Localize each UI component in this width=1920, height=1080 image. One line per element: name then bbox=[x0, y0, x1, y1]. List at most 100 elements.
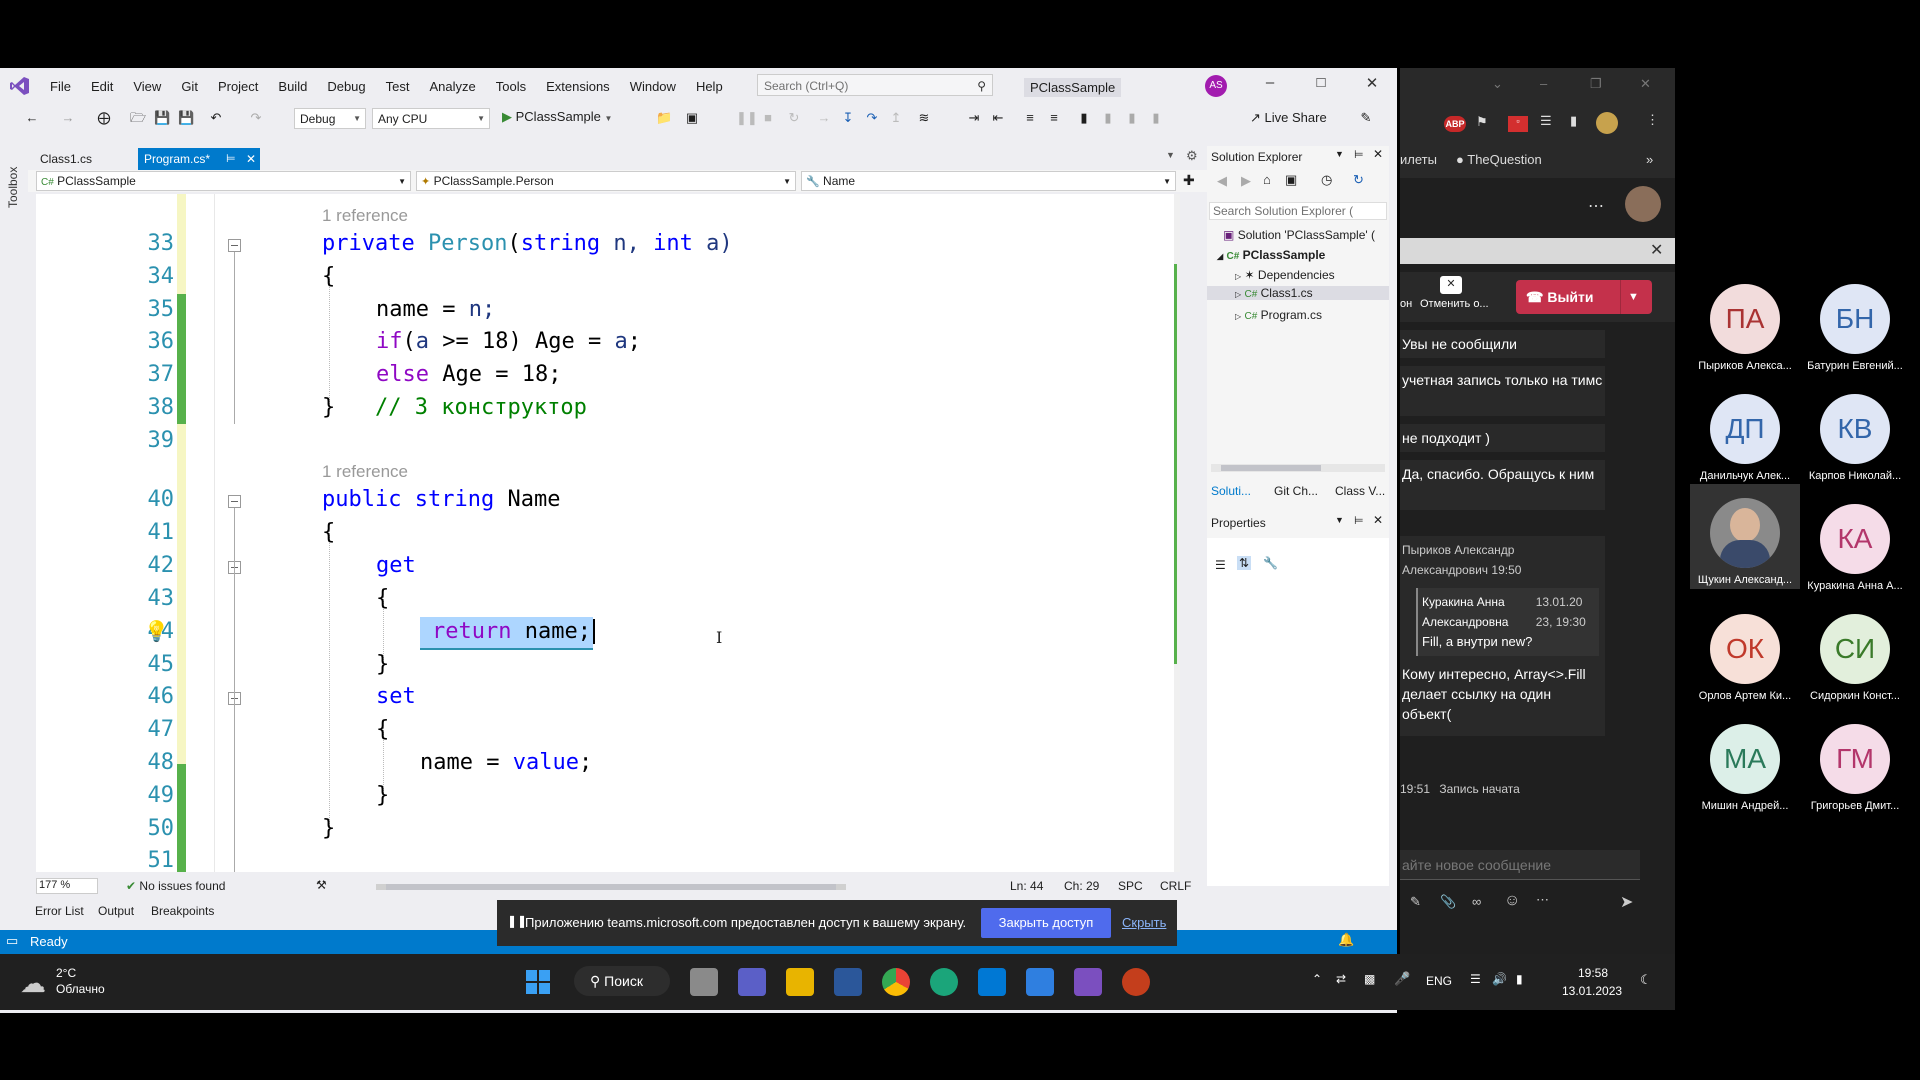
close-panel-icon[interactable]: ✕ bbox=[1373, 513, 1383, 527]
participant-tile[interactable]: МА Мишин Андрей... bbox=[1690, 724, 1800, 812]
step-out-icon[interactable]: ↥ bbox=[888, 110, 904, 126]
compose-input[interactable]: айте новое сообщение bbox=[1400, 850, 1640, 880]
taskbar-search[interactable]: ⚲ Поиск bbox=[574, 966, 670, 996]
home-icon[interactable]: ⌂ bbox=[1263, 172, 1271, 187]
toolbox-side-tab[interactable]: Toolbox bbox=[6, 148, 22, 208]
close-icon[interactable]: ✕ bbox=[1640, 76, 1651, 92]
participant-tile[interactable]: КА Куракина Анна А... bbox=[1800, 504, 1910, 592]
participant-tile-active[interactable]: Щукин Александ... bbox=[1690, 484, 1800, 589]
participant-tile[interactable]: КВ Карпов Николай... bbox=[1800, 394, 1910, 482]
cancel-icon[interactable]: ✕ bbox=[1440, 276, 1462, 294]
format-icon[interactable]: ✎ bbox=[1410, 894, 1421, 910]
back-icon[interactable]: ← bbox=[24, 110, 40, 126]
chevron-down-icon[interactable]: ⌄ bbox=[1492, 76, 1503, 92]
pin-icon[interactable]: ⊨ bbox=[1354, 148, 1364, 161]
project-nav-select[interactable]: C# PClassSample ▼ bbox=[36, 171, 411, 191]
wifi-icon[interactable]: ☰ bbox=[1470, 972, 1481, 986]
chevron-down-icon[interactable]: ▼ bbox=[1335, 149, 1344, 159]
outdent-icon[interactable]: ⇤ bbox=[990, 110, 1006, 126]
tree-program[interactable]: ▷ C# Program.cs bbox=[1235, 308, 1322, 322]
visual-studio-logo-icon[interactable] bbox=[0, 68, 40, 104]
tree-class1[interactable]: ▷ C# Class1.cs bbox=[1207, 286, 1389, 300]
forward-icon[interactable]: → bbox=[60, 110, 76, 126]
step-over-icon[interactable]: ↷ bbox=[864, 110, 880, 126]
maximize-icon[interactable]: □ bbox=[1306, 74, 1336, 96]
close-chat-icon[interactable]: ✕ bbox=[1650, 240, 1663, 260]
uncomment-icon[interactable]: ≡ bbox=[1046, 110, 1062, 126]
redo-icon[interactable]: ↷ bbox=[248, 110, 264, 126]
participant-tile[interactable]: ОК Орлов Артем Ки... bbox=[1690, 614, 1800, 702]
scrollbar-thumb[interactable] bbox=[386, 884, 836, 890]
more-options-icon[interactable]: ⋯ bbox=[1588, 196, 1604, 216]
pause-icon[interactable]: ❚❚ bbox=[736, 110, 758, 126]
more-bookmarks-icon[interactable]: » bbox=[1646, 152, 1653, 167]
weather-desc[interactable]: Облачно bbox=[56, 982, 105, 996]
close-icon[interactable]: ✕ bbox=[1357, 74, 1387, 96]
config-select[interactable]: Debug ▼ bbox=[294, 108, 366, 129]
weather-temp[interactable]: 2°C bbox=[56, 966, 76, 980]
participant-tile[interactable]: ПА Пыриков Алекса... bbox=[1690, 284, 1800, 372]
tree-dependencies[interactable]: ▷ ✶ Dependencies bbox=[1235, 268, 1335, 282]
chrome-icon[interactable] bbox=[882, 968, 910, 996]
chevron-down-icon[interactable]: ▼ bbox=[1628, 280, 1639, 314]
menu-test[interactable]: Test bbox=[376, 79, 420, 94]
tab-git-changes[interactable]: Git Ch... bbox=[1274, 484, 1318, 498]
indent-icon[interactable]: ⇥ bbox=[966, 110, 982, 126]
collapse-icon[interactable] bbox=[228, 239, 241, 252]
calendar-extension-icon[interactable]: ▫ bbox=[1508, 116, 1528, 132]
clear-bookmarks-icon[interactable]: ▮ bbox=[1148, 110, 1164, 126]
minimize-icon[interactable]: – bbox=[1255, 74, 1285, 96]
menu-window[interactable]: Window bbox=[620, 79, 686, 94]
zoom-select[interactable]: 177 % bbox=[36, 878, 98, 894]
hot-reload-icon[interactable]: ≋ bbox=[916, 110, 932, 126]
send-icon[interactable]: ➤ bbox=[1620, 892, 1633, 912]
issues-indicator[interactable]: ✔ No issues found bbox=[126, 879, 225, 893]
tab-output[interactable]: Output bbox=[98, 904, 134, 918]
member-nav-select[interactable]: 🔧 Name ▼ bbox=[801, 171, 1176, 191]
solution-search-input[interactable]: Search Solution Explorer ( bbox=[1209, 202, 1387, 220]
restart-icon[interactable]: ↻ bbox=[786, 110, 802, 126]
collapse-icon[interactable] bbox=[228, 495, 241, 508]
categorized-icon[interactable]: ☰ bbox=[1215, 558, 1226, 572]
menu-build[interactable]: Build bbox=[268, 79, 317, 94]
menu-debug[interactable]: Debug bbox=[317, 79, 375, 94]
type-nav-select[interactable]: ✦ PClassSample.Person ▼ bbox=[416, 171, 796, 191]
open-folder-icon[interactable]: 🗁 bbox=[130, 110, 146, 126]
lightbulb-icon[interactable]: 💡 bbox=[144, 619, 169, 644]
language-indicator[interactable]: ENG bbox=[1426, 974, 1452, 988]
hide-link[interactable]: Скрыть bbox=[1122, 915, 1166, 930]
menu-tools[interactable]: Tools bbox=[486, 79, 536, 94]
tab-program[interactable]: Program.cs* ⊨ ✕ bbox=[138, 148, 261, 170]
pin-icon[interactable]: ⊨ bbox=[1354, 514, 1364, 527]
word-icon[interactable] bbox=[834, 968, 862, 996]
more-menu-icon[interactable]: ⋮ bbox=[1646, 112, 1659, 128]
menu-view[interactable]: View bbox=[123, 79, 171, 94]
windows-start-icon[interactable] bbox=[526, 970, 550, 994]
mail-icon[interactable] bbox=[978, 968, 1006, 996]
tab-breakpoints[interactable]: Breakpoints bbox=[151, 904, 214, 918]
bookmark-thequestion[interactable]: ● TheQuestion bbox=[1456, 152, 1542, 167]
save-all-icon[interactable]: 💾 bbox=[178, 110, 194, 126]
close-tab-icon[interactable]: ✕ bbox=[246, 148, 256, 170]
pin-icon[interactable]: ⊨ bbox=[226, 148, 236, 170]
forward-icon[interactable]: ▶ bbox=[1241, 173, 1251, 189]
code-editor[interactable]: 33 34 35 36 37 38 39 40 41 42 43 44 45 4… bbox=[36, 194, 1180, 872]
menu-git[interactable]: Git bbox=[171, 79, 208, 94]
menu-analyze[interactable]: Analyze bbox=[419, 79, 485, 94]
search-input[interactable]: Search (Ctrl+Q) ⚲ bbox=[757, 74, 993, 96]
participant-tile[interactable]: ДП Данильчук Алек... bbox=[1690, 394, 1800, 482]
microphone-icon[interactable]: 🎤 bbox=[1394, 971, 1410, 987]
volume-icon[interactable]: 🔊 bbox=[1492, 972, 1507, 986]
property-pages-icon[interactable]: 🔧 bbox=[1263, 556, 1278, 570]
tab-class-view[interactable]: Class V... bbox=[1335, 484, 1385, 498]
reference-codelens[interactable]: 1 reference bbox=[322, 462, 408, 482]
menu-file[interactable]: File bbox=[40, 79, 81, 94]
chevron-down-icon[interactable]: ▼ bbox=[1335, 515, 1344, 525]
menu-extensions[interactable]: Extensions bbox=[536, 79, 620, 94]
scrollbar-thumb[interactable] bbox=[1221, 465, 1321, 471]
profile-avatar[interactable] bbox=[1596, 112, 1618, 134]
puzzle-icon[interactable]: ☰ bbox=[1540, 113, 1552, 129]
stop-sharing-button[interactable]: Закрыть доступ bbox=[981, 908, 1111, 938]
powerpoint-icon[interactable] bbox=[1122, 968, 1150, 996]
minimize-icon[interactable]: – bbox=[1540, 76, 1547, 91]
